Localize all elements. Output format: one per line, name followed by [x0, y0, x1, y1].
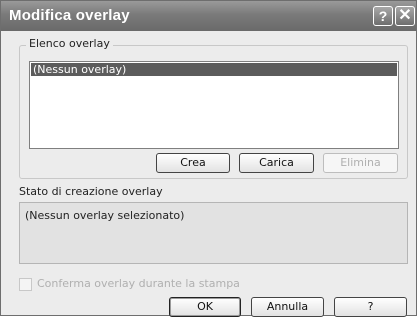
overlay-listbox[interactable]: (Nessun overlay): [29, 61, 399, 149]
confirm-overlay-checkbox[interactable]: [19, 278, 32, 291]
status-label: Stato di creazione overlay: [19, 185, 163, 198]
help-icon: ?: [378, 8, 388, 24]
help-title-button[interactable]: ?: [373, 6, 393, 26]
cancel-button[interactable]: Annulla: [251, 297, 324, 317]
list-item[interactable]: (Nessun overlay): [31, 63, 397, 76]
help-button[interactable]: ?: [334, 297, 407, 317]
close-button[interactable]: ✕: [395, 6, 415, 26]
status-box: (Nessun overlay selezionato): [19, 202, 408, 264]
load-button[interactable]: Carica: [239, 153, 314, 173]
confirm-overlay-label: Conferma overlay durante la stampa: [37, 277, 240, 290]
create-button[interactable]: Crea: [156, 153, 230, 173]
window-title: Modifica overlay: [9, 7, 130, 24]
close-icon: ✕: [398, 7, 412, 24]
delete-button[interactable]: Elimina: [323, 153, 398, 173]
ok-button[interactable]: OK: [169, 297, 241, 317]
status-text: (Nessun overlay selezionato): [25, 209, 185, 222]
overlay-list-group-label: Elenco overlay: [26, 37, 113, 50]
title-bar[interactable]: Modifica overlay ? ✕: [1, 1, 416, 31]
